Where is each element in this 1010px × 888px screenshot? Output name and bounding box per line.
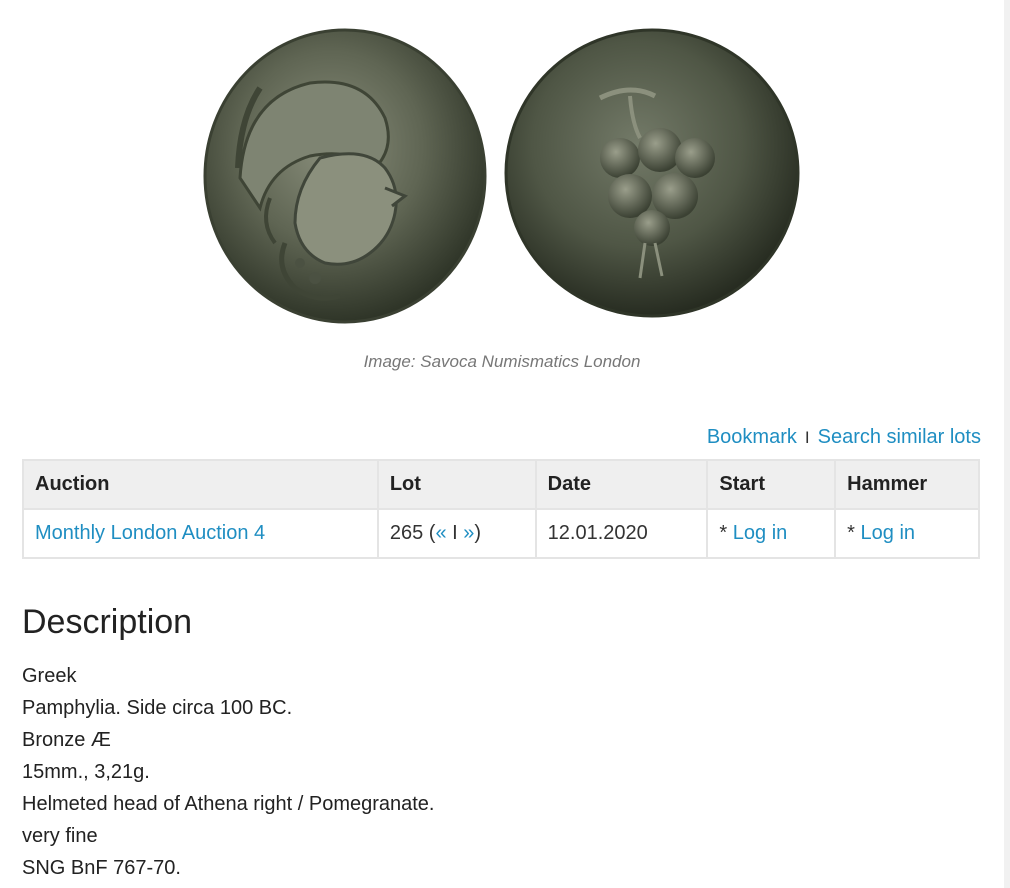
description-body: Greek Pamphylia. Side circa 100 BC. Bron… bbox=[22, 660, 435, 884]
description-line: SNG BnF 767-70. bbox=[22, 857, 181, 879]
auction-table: Auction Lot Date Start Hammer Monthly Lo… bbox=[22, 459, 980, 559]
actions-separator: I bbox=[804, 428, 810, 447]
previous-lot-link[interactable]: « bbox=[435, 522, 446, 544]
description-line: Greek bbox=[22, 665, 77, 687]
cell-start: * Log in bbox=[706, 508, 837, 559]
auction-link[interactable]: Monthly London Auction 4 bbox=[35, 522, 265, 544]
cell-date: 12.01.2020 bbox=[534, 508, 709, 559]
hammer-asterisk: * bbox=[847, 522, 855, 544]
table-header-row: Auction Lot Date Start Hammer bbox=[22, 459, 980, 510]
lot-number: 265 bbox=[389, 522, 424, 544]
description-line: 15mm., 3,21g. bbox=[22, 761, 150, 783]
header-lot: Lot bbox=[376, 459, 537, 510]
image-caption: Image: Savoca Numismatics London bbox=[363, 352, 641, 371]
table-row: Monthly London Auction 4 265 (« I ») 12.… bbox=[22, 508, 980, 559]
start-asterisk: * bbox=[719, 522, 728, 544]
lot-actions: Bookmark I Search similar lots bbox=[707, 426, 981, 449]
hammer-login-link[interactable]: Log in bbox=[861, 522, 916, 544]
lot-nav-separator: I bbox=[452, 522, 458, 544]
cell-lot: 265 (« I ») bbox=[376, 508, 537, 559]
coin-reverse bbox=[504, 28, 800, 318]
description-heading: Description bbox=[22, 603, 193, 641]
cell-hammer: * Log in bbox=[834, 508, 980, 559]
search-similar-lots-link[interactable]: Search similar lots bbox=[818, 426, 981, 448]
start-login-link[interactable]: Log in bbox=[733, 522, 788, 544]
header-auction: Auction bbox=[22, 459, 379, 510]
description-line: Helmeted head of Athena right / Pomegran… bbox=[22, 793, 435, 815]
header-start: Start bbox=[706, 459, 837, 510]
description-line: very fine bbox=[22, 825, 98, 847]
cell-auction: Monthly London Auction 4 bbox=[22, 508, 379, 559]
coin-image bbox=[200, 28, 810, 328]
description-line: Pamphylia. Side circa 100 BC. bbox=[22, 697, 293, 719]
scrollbar-track[interactable] bbox=[1004, 0, 1010, 888]
header-date: Date bbox=[534, 459, 709, 510]
coin-obverse bbox=[203, 28, 487, 324]
next-lot-link[interactable]: » bbox=[463, 522, 474, 544]
description-line: Bronze Æ bbox=[22, 729, 111, 751]
bookmark-link[interactable]: Bookmark bbox=[707, 426, 797, 448]
header-hammer: Hammer bbox=[834, 459, 980, 510]
